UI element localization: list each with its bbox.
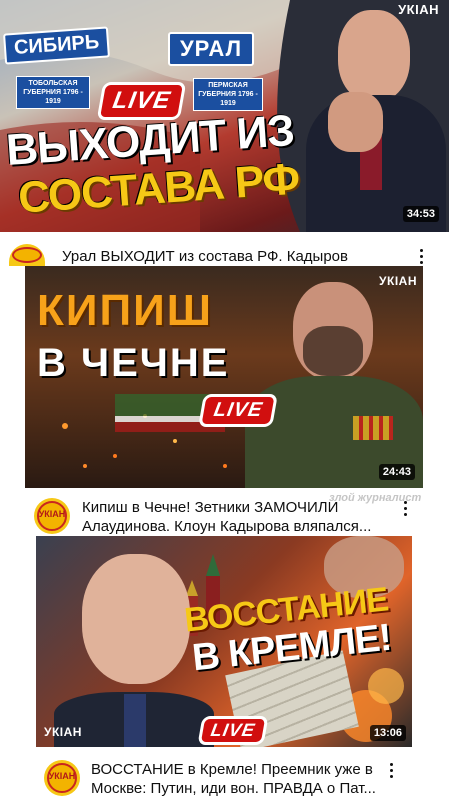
more-options-icon[interactable]: [397, 498, 413, 520]
video-duration: 34:53: [402, 206, 439, 222]
more-options-icon[interactable]: [413, 246, 429, 268]
video-duration: 13:06: [369, 725, 406, 741]
channel-avatar[interactable]: УКІАН: [34, 498, 70, 534]
person-silhouette: [298, 0, 449, 232]
video-title[interactable]: Урал ВЫХОДИТ из состава РФ. Кадыров: [62, 247, 402, 266]
more-options-icon[interactable]: [383, 760, 399, 782]
channel-avatar[interactable]: УКІАН: [44, 760, 80, 796]
video-title-line-1[interactable]: ВОССТАНИЕ в Кремле! Преемник уже в: [91, 760, 381, 779]
video-title-line-1[interactable]: Кипиш в Чечне! Зетники ЗАМОЧИЛИ: [82, 498, 392, 517]
video-1-thumbnail[interactable]: СИБИРЬ УРАЛ ТОБОЛЬСКАЯ ГУБЕРНИЯ 1796 - 1…: [0, 0, 449, 232]
person-silhouette: [245, 266, 423, 488]
channel-avatar[interactable]: [9, 244, 45, 266]
video-title-line-2[interactable]: Москве: Путин, иди вон. ПРАВДА о Пат...: [91, 779, 381, 798]
video-3-thumbnail[interactable]: ВОССТАНИЕ В КРЕМЛЕ! LIVE УКІАН 13:06: [36, 536, 412, 747]
person-silhouette-left: [54, 554, 214, 747]
channel-watermark-logo: УКІАН: [398, 2, 439, 17]
plate-tobolsk: ТОБОЛЬСКАЯ ГУБЕРНИЯ 1796 - 1919: [16, 76, 90, 109]
plate-perm: ПЕРМСКАЯ ГУБЕРНИЯ 1796 - 1919: [193, 78, 263, 111]
video-title-line-2[interactable]: Алаудинова. Клоун Кадырова вляпался...: [82, 517, 392, 536]
channel-watermark-logo: УКІАН: [44, 725, 82, 739]
channel-watermark-logo: УКІАН: [379, 274, 417, 288]
live-badge: LIVE: [197, 716, 269, 745]
video-2-thumbnail[interactable]: КИПИШ В ЧЕЧНЕ LIVE УКІАН 24:43: [25, 266, 423, 488]
live-badge: LIVE: [198, 394, 279, 427]
video-duration: 24:43: [378, 464, 415, 480]
sign-ural: УРАЛ: [168, 32, 255, 66]
headline-line-1: КИПИШ: [37, 286, 213, 335]
headline-line-2: В ЧЕЧНЕ: [37, 341, 230, 385]
